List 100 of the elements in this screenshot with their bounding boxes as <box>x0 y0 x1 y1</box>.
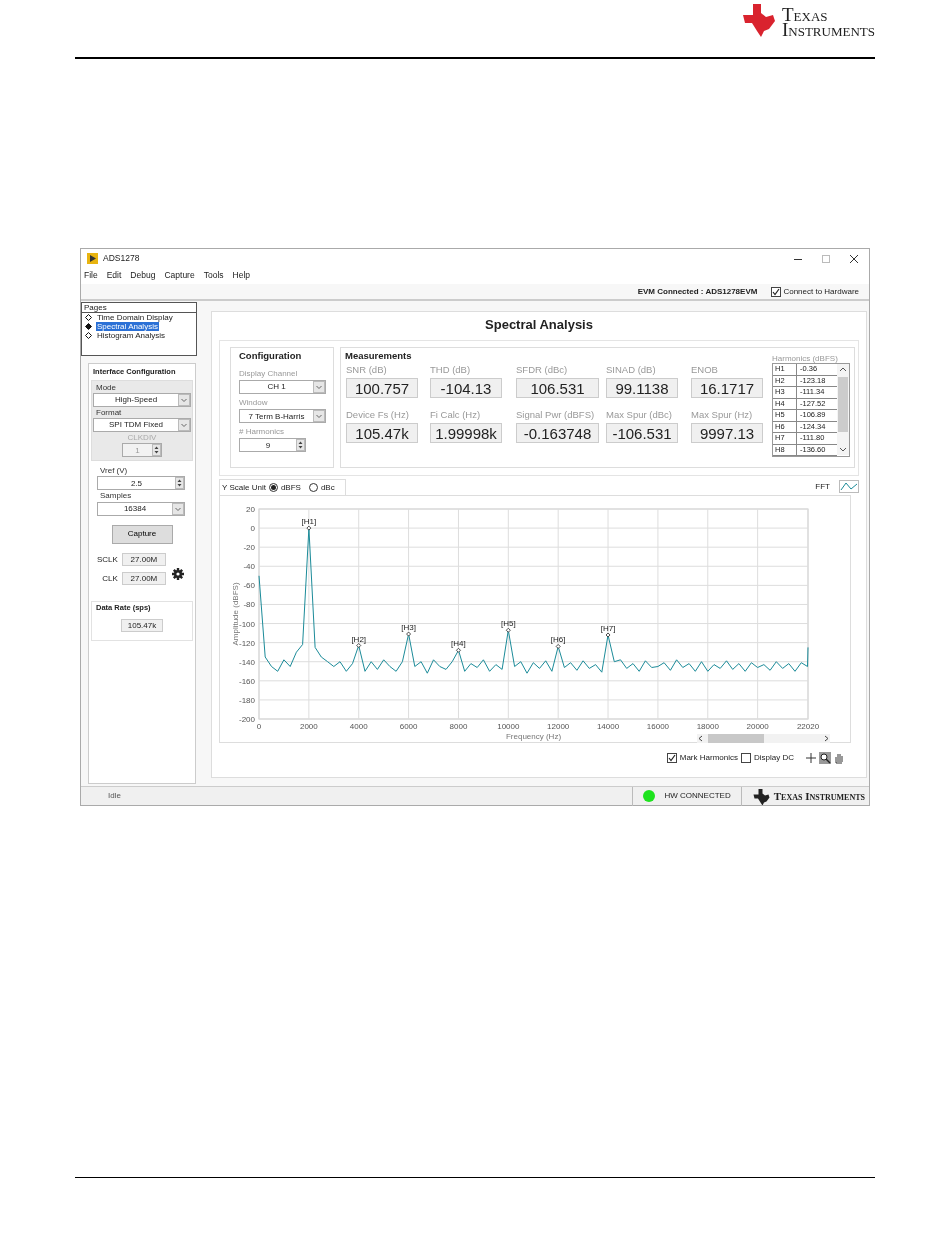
measurement-label: Signal Pwr (dBFS) <box>516 409 596 422</box>
marker-icon <box>306 525 312 531</box>
harmonic-label: [H4] <box>451 639 466 649</box>
channel-dropdown[interactable]: CH 1 <box>239 380 326 395</box>
measurement-label: SINAD (dB) <box>606 364 657 377</box>
field-label: Samples <box>99 490 133 502</box>
axis-tick-label: -140 <box>239 657 255 667</box>
axis-tick-label: -160 <box>239 676 255 686</box>
axis-label: Amplitude (dBFS) <box>231 582 240 646</box>
measurement-label: SFDR (dBc) <box>516 364 569 377</box>
marker-icon <box>505 627 511 633</box>
axis-tick-label: 0 <box>256 721 262 731</box>
spinner-arrows-icon[interactable] <box>296 439 305 452</box>
zoom-icon[interactable] <box>819 751 831 764</box>
page-item[interactable]: Time Domain Display <box>82 313 196 323</box>
mode-dropdown[interactable]: High-Speed <box>93 392 191 407</box>
capture-button[interactable]: Capture <box>111 524 173 544</box>
checkbox-label: Mark Harmonics <box>679 753 738 763</box>
measurement-label: THD (dB) <box>430 364 472 377</box>
spinner-arrows-icon[interactable] <box>175 477 184 490</box>
axis-tick-label: -180 <box>239 695 255 705</box>
table-title: Harmonics (dBFS) <box>772 353 839 364</box>
field-label: # Harmonics <box>239 426 285 439</box>
measurement-label: Max Spur (dBc) <box>606 409 673 422</box>
logo-text: Texas Instruments <box>773 789 865 803</box>
axis-tick-label: 12000 <box>547 721 570 731</box>
marker-icon <box>356 643 362 648</box>
checkbox-label: Connect to Hardware <box>783 286 859 297</box>
measurement-label: Device Fs (Hz) <box>346 409 410 422</box>
vertical-scrollbar[interactable] <box>837 364 849 456</box>
field-label: Window <box>239 397 269 410</box>
harmonic-label: [H7] <box>600 623 616 633</box>
measurement-label: SNR (dB) <box>346 364 388 377</box>
gear-icon[interactable] <box>170 566 185 581</box>
measurement-value: 99.1138 <box>606 377 678 398</box>
plot-type-label: FFT <box>815 482 830 492</box>
measurement-value: 9997.13 <box>691 422 763 443</box>
menu-item[interactable]: Help <box>232 271 250 281</box>
field-label: Display Channel <box>239 367 299 380</box>
radio-label: dBFS <box>280 482 301 493</box>
measurement-value: 100.757 <box>346 377 418 398</box>
harmonic-label: [H3] <box>401 623 416 632</box>
harmonic-label: [H6] <box>550 635 566 645</box>
vref-spinner[interactable]: 2.5 <box>97 476 185 491</box>
radio-button[interactable] <box>308 482 318 492</box>
radio-button[interactable] <box>268 482 278 492</box>
menu-item[interactable]: Capture <box>164 271 195 281</box>
connection-status: EVM Connected : ADS1278EVM <box>637 286 758 297</box>
harmonics-spinner[interactable]: 9 <box>239 438 306 453</box>
menu-item[interactable]: Tools <box>203 271 224 281</box>
axis-tick-label: -120 <box>239 638 255 648</box>
axis-tick-label: 14000 <box>596 721 620 731</box>
axis-tick-label: -200 <box>239 714 255 724</box>
page-title: Spectral Analysis <box>484 316 594 334</box>
menu-item[interactable]: File <box>84 271 98 281</box>
format-dropdown[interactable]: SPI TDM Fixed <box>93 418 191 432</box>
measurement-value: -104.13 <box>430 377 502 398</box>
menu-item[interactable]: Edit <box>106 271 122 281</box>
axis-tick-label: 20 <box>246 504 255 514</box>
ti-logo-icon <box>740 2 778 39</box>
field-label: Vref (V) <box>99 465 129 477</box>
field-label: CLK <box>102 573 118 583</box>
clock-value: 27.00M <box>121 571 166 585</box>
window-dropdown[interactable]: 7 Term B-Harris <box>239 409 326 424</box>
measurement-value: -0.163748 <box>516 422 599 443</box>
line-chart-icon[interactable] <box>839 480 859 494</box>
close-icon[interactable] <box>849 253 859 264</box>
checkbox-label: Display DC <box>754 753 794 763</box>
connection-status: HW CONNECTED <box>664 791 731 801</box>
data-rate-value: 105.47k <box>121 618 163 632</box>
checkbox[interactable] <box>771 286 782 297</box>
marker-icon <box>605 632 611 638</box>
marker-icon <box>555 644 561 649</box>
field-label: Y Scale Unit <box>222 482 266 493</box>
checkbox[interactable] <box>666 752 677 763</box>
samples-dropdown[interactable]: 16384 <box>97 501 185 516</box>
field-label: Format <box>95 406 123 418</box>
axis-tick-label: 16000 <box>646 721 670 731</box>
axis-tick-label: 0 <box>250 524 255 534</box>
status-text: Idle <box>108 791 122 801</box>
menu-item[interactable]: Debug <box>130 271 156 281</box>
logo-text: Texas <box>782 7 828 22</box>
crosshair-icon[interactable] <box>805 751 817 764</box>
page-item[interactable]: Histogram Analysis <box>82 331 196 341</box>
horizontal-scrollbar[interactable] <box>697 733 830 743</box>
panel-title: Pages <box>82 303 196 314</box>
axis-tick-label: -80 <box>243 600 255 610</box>
harmonic-label: [H1] <box>301 517 317 527</box>
axis-tick-label: 4000 <box>349 721 368 731</box>
axis-tick-label: 10000 <box>497 721 520 731</box>
field-label: SCLK <box>97 554 118 564</box>
checkbox[interactable] <box>741 752 751 763</box>
axis-label: Frequency (Hz) <box>505 731 562 741</box>
measurement-label: Fi Calc (Hz) <box>430 409 482 422</box>
section-title: Configuration <box>239 349 303 363</box>
measurement-label: ENOB <box>691 364 719 377</box>
axis-tick-label: 22020 <box>796 721 820 731</box>
measurement-value: 16.1717 <box>691 377 763 398</box>
axis-tick-label: 18000 <box>696 721 719 731</box>
field-label: Mode <box>95 381 117 393</box>
